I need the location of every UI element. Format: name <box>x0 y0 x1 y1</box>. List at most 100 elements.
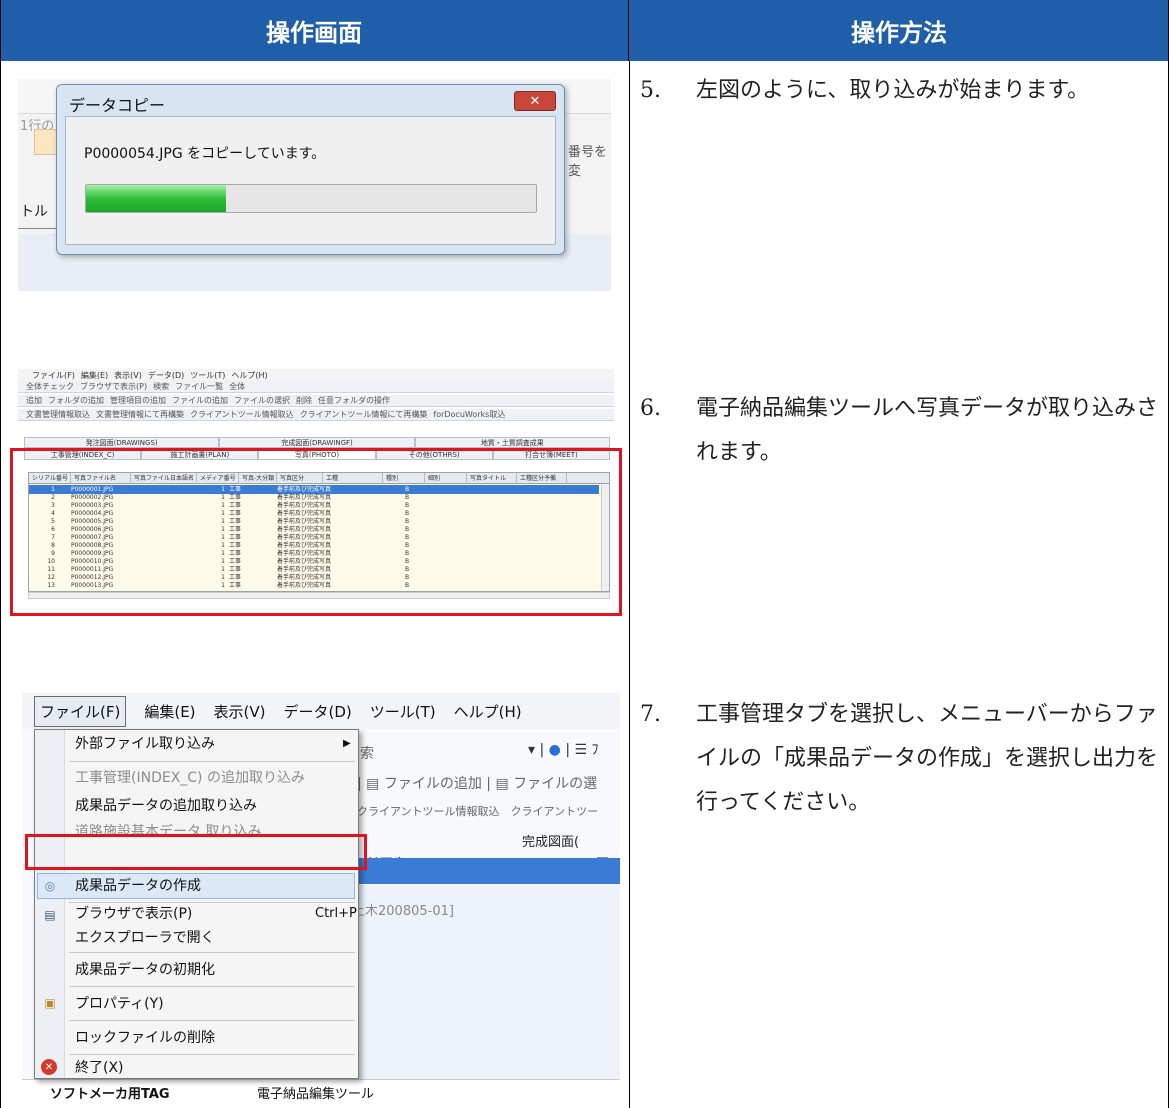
list-toolbar-button[interactable]: フォルダの追加 <box>48 395 104 406</box>
menubar-item[interactable]: 編集(E) <box>144 701 195 722</box>
list-toolbar-2: 追加 フォルダの追加 管理項目の追加 ファイルの追加 ファイルの選択 削除 任意フォルダの操… <box>18 395 614 407</box>
copy-dialog: データコピー ✕ P0000054.JPG をコピーしています。 <box>56 84 565 255</box>
step-6: 6. 電子納品編集ツールへ写真データが取り込みされます。 <box>640 387 1160 475</box>
step-text: 電子納品編集ツールへ写真データが取り込みされます。 <box>696 396 1159 465</box>
list-toolbar-button[interactable]: ファイルの選択 <box>234 395 290 406</box>
menu-item-external-import[interactable]: 外部ファイル取り込み ▶ <box>75 732 353 756</box>
menu-item-delete-lock[interactable]: ロックファイルの削除 <box>75 1026 353 1050</box>
list-toolbar-button[interactable]: クライアントツール情報取込 <box>190 409 294 420</box>
header-operation-screen: 操作画面 <box>0 0 629 61</box>
menu-separator <box>69 986 355 987</box>
copy-status-message: P0000054.JPG をコピーしています。 <box>84 146 326 162</box>
list-toolbar-button[interactable]: ブラウザで表示(P) <box>80 381 147 392</box>
list-menu-item[interactable]: 編集(E) <box>81 370 108 381</box>
list-tab[interactable]: 地質・土質調査成果 <box>414 437 610 448</box>
dialog-body: P0000054.JPG をコピーしています。 <box>65 116 556 245</box>
list-toolbar-button[interactable]: ファイル一覧 <box>175 381 223 392</box>
background-client-trunc: クライアントツー <box>510 805 599 818</box>
step-text: 左図のように、取り込みが始まります。 <box>696 78 1090 103</box>
list-toolbar-1: 全体チェック ブラウザで表示(P) 検索 ファイル一覧 全体 <box>18 381 614 393</box>
background-row-text: 土木200805-01] <box>352 904 454 919</box>
shortcut-label: Ctrl+P <box>315 906 357 921</box>
background-file-add-label: ファイルの追加 <box>383 776 482 792</box>
background-file-select-label: ファイルの選 <box>513 776 598 792</box>
background-client-import: クライアントツール情報取込 <box>357 805 500 818</box>
background-selected-row <box>349 858 620 884</box>
menubar-item[interactable]: ファイル(F) <box>34 695 127 727</box>
menu-item-index-import[interactable]: 工事管理(INDEX_C) の追加取り込み <box>75 766 353 790</box>
create-deliverable-highlight-box <box>25 834 367 870</box>
list-menu-item[interactable]: 表示(V) <box>114 370 142 381</box>
step-7: 7. 工事管理タブを選択し、メニューバーからファイルの「成果品データの作成」を選… <box>640 693 1160 825</box>
background-file-add: | ▤ ファイルの追加 | ▤ ファイルの選 <box>357 776 598 792</box>
list-toolbar-button[interactable]: ファイルの追加 <box>172 395 228 406</box>
menu-item-initialize[interactable]: 成果品データの初期化 <box>75 958 353 982</box>
list-toolbar-button[interactable]: 文書管理情報にて再構築 <box>96 409 184 420</box>
list-toolbar-button[interactable]: 任意フォルダの操作 <box>318 395 390 406</box>
menu-item-exit[interactable]: 終了(X) <box>75 1056 353 1080</box>
file-dropdown-menu: 外部ファイル取り込み ▶ 工事管理(INDEX_C) の追加取り込み 成果品データ… <box>34 729 359 1079</box>
list-tabs-row-1: 発注図面(DRAWINGS) 完成図面(DRAWINGF) 地質・土質調査成果 <box>24 437 610 448</box>
list-tab[interactable]: 発注図面(DRAWINGS) <box>24 437 220 448</box>
list-toolbar-button[interactable]: クライアントツール情報にて再構築 <box>300 409 428 420</box>
list-menubar: ファイル(F) 編集(E) 表示(V) データ(D) ツール(T) ヘルプ(H) <box>18 369 614 381</box>
list-toolbar-button[interactable]: 全体チェック <box>26 381 74 392</box>
cd-icon: ◎ <box>44 879 56 893</box>
background-label-right: 番号を変 <box>568 145 608 179</box>
dialog-title: データコピー <box>69 96 166 115</box>
list-menu-item[interactable]: ファイル(F) <box>32 370 75 381</box>
menubar-item[interactable]: 表示(V) <box>214 701 266 722</box>
printer-icon: ▤ <box>44 908 56 922</box>
property-row: ソフトメーカ用TAG 電子納品編集ツール <box>22 1079 620 1105</box>
copy-dialog-screenshot: 1行の 番号を変 トル データコピー ✕ P0000054.JPG をコピーして… <box>18 79 611 291</box>
list-toolbar-3: 文書管理情報取込 文書管理情報にて再構築 クライアントツール情報取込 クライアントツー… <box>18 409 614 421</box>
photo-grid-highlight-box <box>10 448 622 616</box>
list-menu-item[interactable]: ツール(T) <box>190 370 225 381</box>
copy-progress-bar <box>85 184 537 213</box>
list-toolbar-button[interactable]: 全体 <box>229 381 245 392</box>
file-menu-screenshot: ファイル(F) 編集(E) 表示(V) データ(D) ツール(T) ヘルプ(H) 索 ▾ … <box>22 693 620 1105</box>
menu-item-deliverable-import[interactable]: 成果品データの追加取り込み <box>75 794 353 818</box>
menu-item-create-deliverable[interactable]: 成果品データの作成 <box>75 874 353 898</box>
property-label: ソフトメーカ用TAG <box>50 1087 170 1102</box>
list-menu-item[interactable]: データ(D) <box>148 370 184 381</box>
list-toolbar-button[interactable]: 削除 <box>296 395 312 406</box>
property-value: 電子納品編集ツール <box>257 1087 375 1102</box>
background-search-label: 索 <box>360 746 374 762</box>
app-menubar: ファイル(F) 編集(E) 表示(V) データ(D) ツール(T) ヘルプ(H) <box>22 693 620 729</box>
dialog-close-button[interactable]: ✕ <box>514 91 556 111</box>
header-operation-method: 操作方法 <box>629 0 1169 61</box>
table-divider <box>629 61 630 1108</box>
background-cell: トル <box>18 191 58 229</box>
menu-item-explorer-open[interactable]: エクスプローラで開く <box>75 926 353 950</box>
menu-separator <box>69 1054 355 1055</box>
properties-icon: ▣ <box>44 996 56 1010</box>
background-dropdown: ▾ | ● | ☰ ﾌ <box>528 742 599 758</box>
menu-item-browser-view[interactable]: ブラウザで表示(P) Ctrl+P <box>75 902 357 926</box>
menu-separator <box>69 1020 355 1021</box>
step-5: 5. 左図のように、取り込みが始まります。 <box>640 69 1160 113</box>
copy-progress-fill <box>86 185 226 212</box>
step-number: 7. <box>640 702 661 727</box>
menubar-item[interactable]: データ(D) <box>284 701 352 722</box>
submenu-arrow-icon: ▶ <box>343 738 351 749</box>
list-toolbar-button[interactable]: forDocuWorks取込 <box>433 409 505 420</box>
step-text: 工事管理タブを選択し、メニューバーからファイルの「成果品データの作成」を選択し出… <box>696 702 1159 815</box>
menubar-item[interactable]: ツール(T) <box>370 701 436 722</box>
list-tab[interactable]: 完成図面(DRAWINGF) <box>219 437 415 448</box>
menu-separator <box>69 761 355 762</box>
step-number: 6. <box>640 396 661 421</box>
list-toolbar-button[interactable]: 追加 <box>26 395 42 406</box>
menu-item-properties[interactable]: プロパティ(Y) <box>75 992 353 1016</box>
table-border-left <box>0 0 1 1108</box>
list-toolbar-button[interactable]: 検索 <box>153 381 169 392</box>
step-number: 5. <box>640 78 661 103</box>
list-toolbar-button[interactable]: 文書管理情報取込 <box>26 409 90 420</box>
list-menu-item[interactable]: ヘルプ(H) <box>231 370 267 381</box>
background-completed-drawing-tab: 完成図面( <box>522 835 580 850</box>
menu-icon-gutter <box>35 730 65 1078</box>
list-toolbar-button[interactable]: 管理項目の追加 <box>110 395 166 406</box>
background-client-tools: クライアントツール情報取込 クライアントツー <box>357 803 598 819</box>
menubar-item[interactable]: ヘルプ(H) <box>454 701 522 722</box>
menu-separator <box>69 952 355 953</box>
